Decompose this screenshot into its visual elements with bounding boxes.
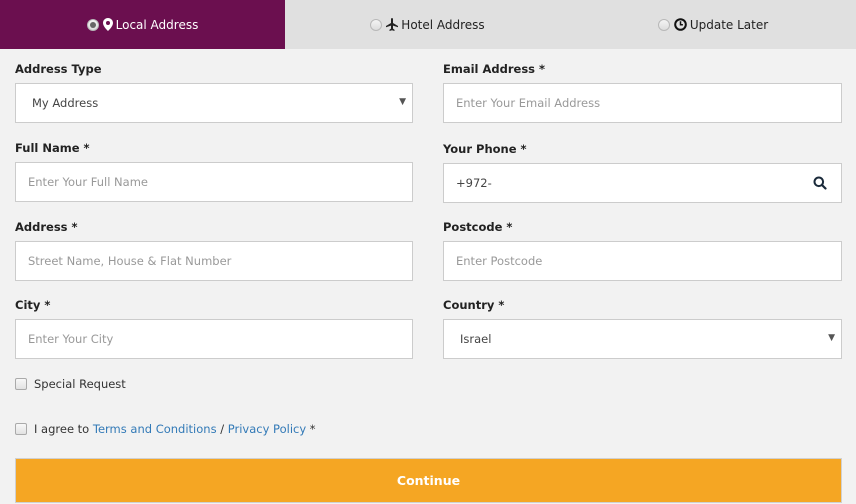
address-type-select[interactable]: My Address ▼ bbox=[15, 83, 413, 123]
privacy-policy-link[interactable]: Privacy Policy bbox=[228, 422, 306, 436]
email-placeholder: Enter Your Email Address bbox=[456, 96, 601, 110]
city-label: City * bbox=[15, 298, 51, 312]
tab-label: Update Later bbox=[689, 17, 769, 32]
agree-row: I agree to Terms and Conditions / Privac… bbox=[15, 422, 316, 436]
country-select[interactable]: Israel ▼ bbox=[443, 319, 842, 359]
chevron-down-icon: ▼ bbox=[828, 333, 835, 343]
hotel-address-radio[interactable] bbox=[370, 18, 383, 31]
phone-value: +972- bbox=[456, 176, 492, 190]
address-mode-tabs: Local Address Hotel Address Update Later bbox=[0, 0, 856, 49]
agree-prefix: I agree to bbox=[34, 422, 93, 436]
update-later-radio[interactable] bbox=[657, 18, 670, 31]
agree-required-mark: * bbox=[306, 422, 316, 436]
city-input[interactable]: Enter Your City bbox=[15, 319, 413, 359]
postcode-input[interactable]: Enter Postcode bbox=[443, 241, 842, 281]
terms-link[interactable]: Terms and Conditions bbox=[93, 422, 217, 436]
full-name-placeholder: Enter Your Full Name bbox=[28, 175, 148, 189]
address-label: Address * bbox=[15, 220, 78, 234]
city-placeholder: Enter Your City bbox=[28, 332, 114, 346]
postcode-label: Postcode * bbox=[443, 220, 513, 234]
tab-hotel-address[interactable]: Hotel Address bbox=[285, 0, 570, 49]
chevron-down-icon: ▼ bbox=[399, 97, 406, 107]
email-input[interactable]: Enter Your Email Address bbox=[443, 83, 842, 123]
tab-update-later[interactable]: Update Later bbox=[570, 0, 856, 49]
map-marker-icon bbox=[102, 18, 113, 31]
agree-checkbox[interactable] bbox=[15, 423, 27, 435]
local-address-radio[interactable] bbox=[86, 18, 99, 31]
address-type-label: Address Type bbox=[15, 62, 102, 76]
phone-input[interactable]: +972- bbox=[443, 163, 842, 203]
clock-icon bbox=[674, 18, 687, 31]
special-request-checkbox[interactable] bbox=[15, 378, 27, 390]
special-request-row: Special Request bbox=[15, 377, 126, 391]
address-input[interactable]: Street Name, House & Flat Number bbox=[15, 241, 413, 281]
full-name-input[interactable]: Enter Your Full Name bbox=[15, 162, 413, 202]
phone-label: Your Phone * bbox=[443, 142, 527, 156]
special-request-label: Special Request bbox=[34, 377, 126, 391]
country-value: Israel bbox=[460, 332, 492, 346]
address-placeholder: Street Name, House & Flat Number bbox=[28, 254, 232, 268]
tab-local-address[interactable]: Local Address bbox=[0, 0, 285, 49]
email-label: Email Address * bbox=[443, 62, 546, 76]
tab-label: Local Address bbox=[115, 17, 199, 32]
tab-label: Hotel Address bbox=[401, 17, 485, 32]
search-icon[interactable] bbox=[813, 176, 827, 193]
airplane-icon bbox=[386, 18, 399, 31]
full-name-label: Full Name * bbox=[15, 141, 90, 155]
address-type-value: My Address bbox=[32, 96, 99, 110]
country-label: Country * bbox=[443, 298, 505, 312]
postcode-placeholder: Enter Postcode bbox=[456, 254, 543, 268]
continue-button[interactable]: Continue bbox=[15, 458, 842, 503]
agree-separator: / bbox=[216, 422, 228, 436]
